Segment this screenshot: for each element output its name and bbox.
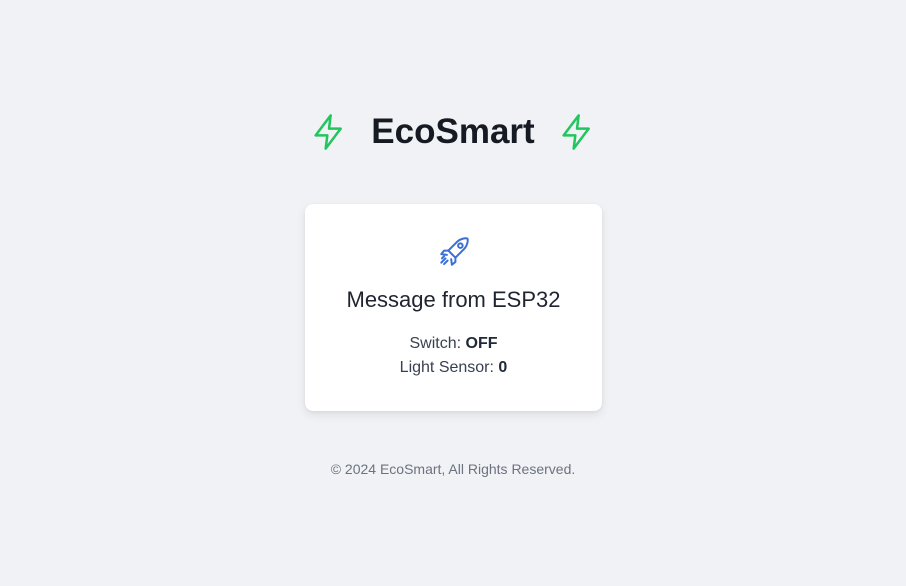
rocket-icon <box>437 235 471 269</box>
lightning-bolt-icon <box>557 106 597 158</box>
light-sensor-status: Light Sensor: 0 <box>305 359 602 377</box>
footer-copyright: © 2024 EcoSmart, All Rights Reserved. <box>330 461 576 477</box>
light-sensor-label: Light Sensor: <box>399 359 494 376</box>
switch-label: Switch: <box>409 335 462 352</box>
switch-value: OFF <box>465 335 498 352</box>
lightning-bolt-icon <box>309 106 349 158</box>
light-sensor-value: 0 <box>498 359 508 376</box>
switch-status: Switch: OFF <box>305 335 602 353</box>
brand-title: EcoSmart <box>371 112 535 151</box>
card-title: Message from ESP32 <box>346 287 561 312</box>
esp32-message-card: Message from ESP32 Switch: OFF Light Sen… <box>305 204 602 411</box>
page-header: EcoSmart <box>0 104 906 160</box>
